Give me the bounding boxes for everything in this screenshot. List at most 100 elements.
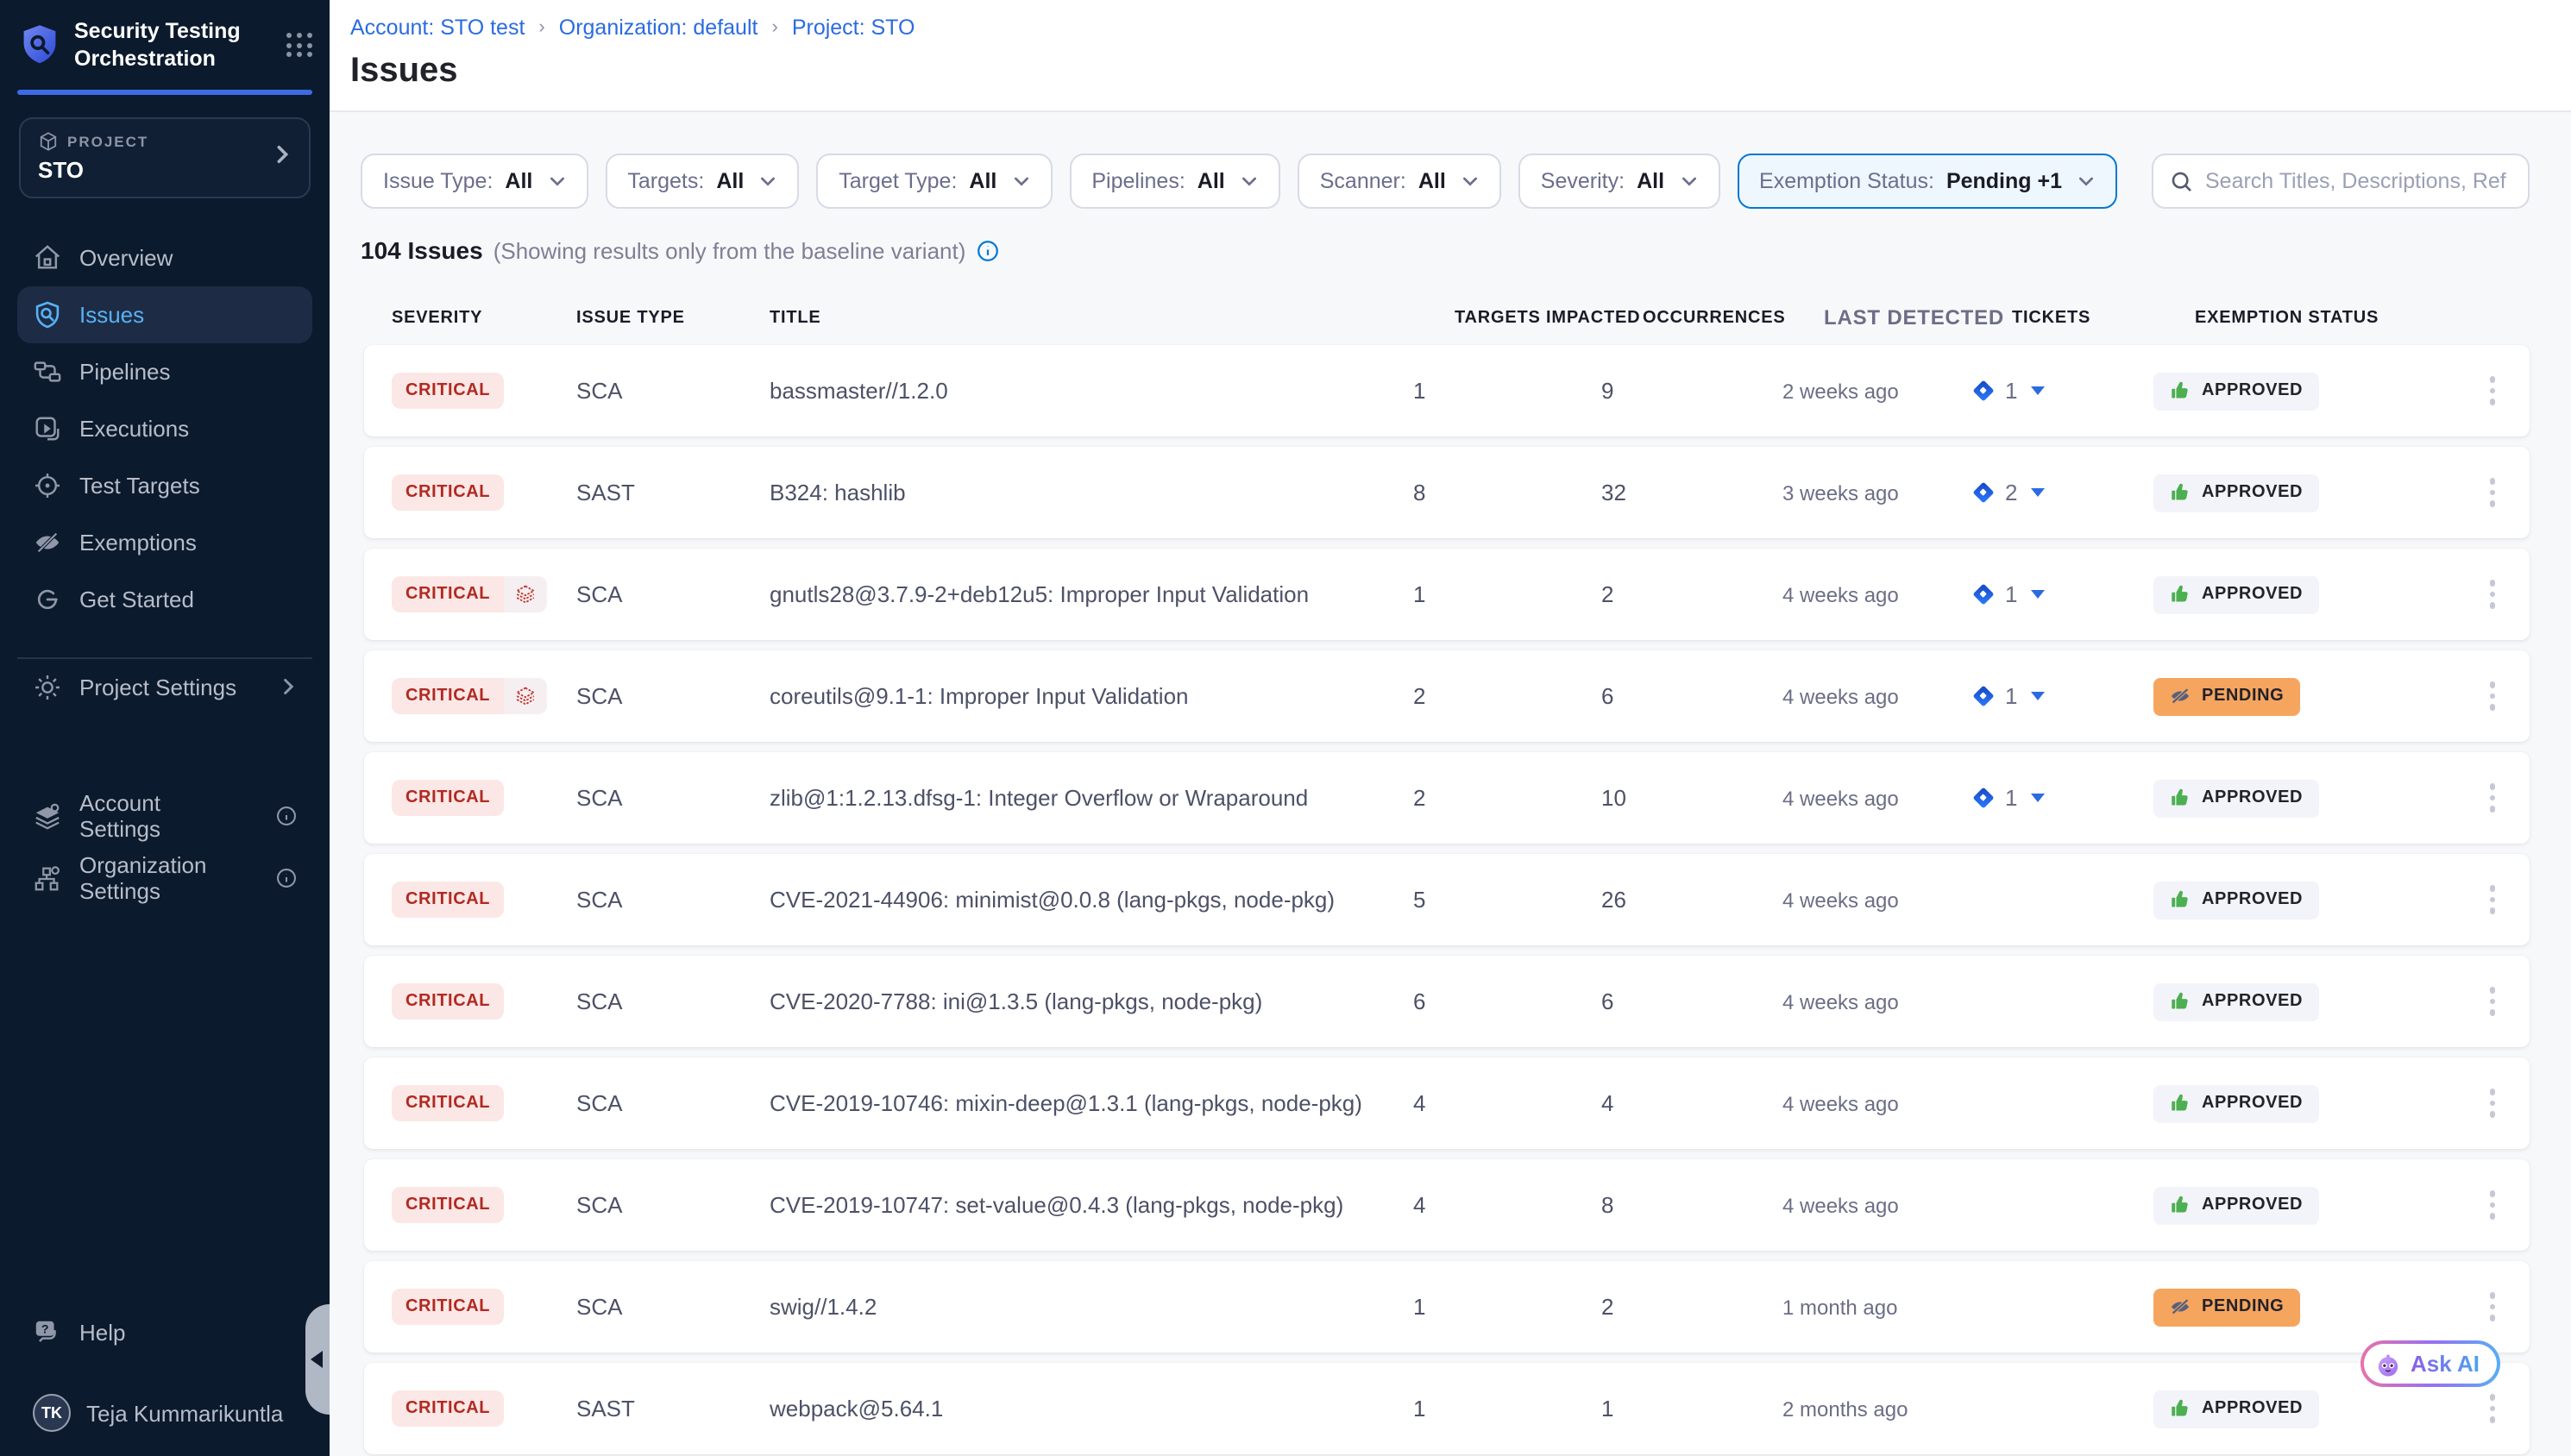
jira-ticket[interactable]: 1 bbox=[1971, 378, 2045, 404]
table-row[interactable]: CRITICAL SCA CVE-2021-44906: minimist@0.… bbox=[364, 854, 2530, 945]
kebab-menu-icon[interactable] bbox=[2482, 777, 2502, 819]
jira-ticket[interactable]: 1 bbox=[1971, 785, 2045, 811]
jira-ticket[interactable]: 2 bbox=[1971, 480, 2045, 505]
table-row[interactable]: CRITICAL SCA zlib@1:1.2.13.dfsg-1: Integ… bbox=[364, 752, 2530, 844]
table-row[interactable]: CRITICAL SCA CVE-2020-7788: ini@1.3.5 (l… bbox=[364, 956, 2530, 1047]
thumbs-up-icon bbox=[2169, 1092, 2191, 1114]
filter-pipelines[interactable]: Pipelines: All bbox=[1069, 154, 1279, 209]
issue-title[interactable]: CVE-2020-7788: ini@1.3.5 (lang-pkgs, nod… bbox=[770, 988, 1262, 1014]
help-label: Help bbox=[79, 1320, 126, 1346]
user-profile[interactable]: TK Teja Kummarikuntla bbox=[17, 1394, 312, 1432]
sidebar-item-executions[interactable]: Executions bbox=[17, 399, 312, 456]
info-icon[interactable] bbox=[276, 868, 297, 888]
sidebar-item-get-started[interactable]: Get Started bbox=[17, 570, 312, 627]
sidebar-item-overview[interactable]: Overview bbox=[17, 229, 312, 286]
table-row[interactable]: CRITICAL SCA bassmaster//1.2.0 1 9 2 wee… bbox=[364, 345, 2530, 436]
issue-type: SCA bbox=[576, 785, 622, 811]
severity-badge: CRITICAL bbox=[392, 1085, 504, 1121]
filter-issue-type[interactable]: Issue Type: All bbox=[361, 154, 588, 209]
chevron-right-icon bbox=[273, 141, 292, 173]
avatar: TK bbox=[33, 1394, 71, 1432]
kebab-menu-icon[interactable] bbox=[2482, 675, 2502, 718]
layers-icon bbox=[504, 576, 547, 612]
issue-title[interactable]: CVE-2021-44906: minimist@0.0.8 (lang-pkg… bbox=[770, 887, 1335, 913]
kebab-menu-icon[interactable] bbox=[2482, 1083, 2502, 1125]
sidebar-item-test-targets[interactable]: Test Targets bbox=[17, 456, 312, 513]
issue-title[interactable]: CVE-2019-10746: mixin-deep@1.3.1 (lang-p… bbox=[770, 1090, 1362, 1116]
filter-targets[interactable]: Targets: All bbox=[605, 154, 799, 209]
sidebar-item-issues[interactable]: Issues bbox=[17, 286, 312, 342]
severity-badge: CRITICAL bbox=[392, 1390, 504, 1427]
sidebar-item-account-settings[interactable]: Account Settings bbox=[17, 788, 312, 844]
targets-impacted: 8 bbox=[1413, 480, 1601, 505]
filter-toolbar: Issue Type: All Targets: All Target Type… bbox=[330, 112, 2571, 209]
sidebar-item-organization-settings[interactable]: Organization Settings bbox=[17, 850, 312, 907]
occurrences: 26 bbox=[1601, 887, 1782, 913]
sidebar-item-exemptions[interactable]: Exemptions bbox=[17, 513, 312, 570]
issue-title[interactable]: coreutils@9.1-1: Improper Input Validati… bbox=[770, 683, 1189, 709]
kebab-menu-icon[interactable] bbox=[2482, 879, 2502, 921]
last-detected: 1 month ago bbox=[1782, 1295, 1971, 1319]
table-row[interactable]: CRITICAL SCA CVE-2019-10746: mixin-deep@… bbox=[364, 1057, 2530, 1149]
kebab-menu-icon[interactable] bbox=[2482, 981, 2502, 1023]
kebab-menu-icon[interactable] bbox=[2482, 1184, 2502, 1227]
filter-scanner[interactable]: Scanner: All bbox=[1298, 154, 1501, 209]
issue-title[interactable]: webpack@5.64.1 bbox=[770, 1396, 943, 1421]
table-row[interactable]: CRITICAL SAST B324: hashlib 8 32 3 weeks… bbox=[364, 447, 2530, 538]
breadcrumb-project-link[interactable]: Project: STO bbox=[792, 16, 915, 40]
sidebar-collapse-handle[interactable] bbox=[305, 1304, 330, 1415]
info-icon[interactable] bbox=[276, 806, 297, 826]
project-name: STO bbox=[38, 156, 292, 182]
jira-ticket[interactable]: 1 bbox=[1971, 581, 2045, 607]
issue-title[interactable]: swig//1.4.2 bbox=[770, 1294, 877, 1320]
occurrences: 1 bbox=[1601, 1396, 1782, 1421]
exemption-status-badge: PENDING bbox=[2153, 1288, 2299, 1326]
table-row[interactable]: CRITICAL SAST webpack@5.64.1 1 1 2 month… bbox=[364, 1363, 2530, 1454]
project-selector[interactable]: PROJECT STO bbox=[19, 116, 311, 198]
sidebar-item-help[interactable]: ? Help bbox=[17, 1304, 312, 1361]
table-row[interactable]: CRITICAL SCA coreutils@9.1-1: Improper I… bbox=[364, 650, 2530, 742]
issue-count: 104 Issues bbox=[361, 236, 483, 264]
sidebar-item-pipelines[interactable]: Pipelines bbox=[17, 342, 312, 399]
search-box[interactable] bbox=[2152, 154, 2530, 209]
kebab-menu-icon[interactable] bbox=[2482, 574, 2502, 616]
breadcrumb-account-link[interactable]: Account: STO test bbox=[350, 16, 525, 40]
eye-off-icon bbox=[2169, 685, 2191, 707]
breadcrumb-organization-link[interactable]: Organization: default bbox=[559, 16, 758, 40]
sidebar-item-project-settings[interactable]: Project Settings bbox=[17, 658, 312, 715]
occurrences: 2 bbox=[1601, 581, 1782, 607]
module-grid-icon[interactable] bbox=[286, 33, 312, 59]
thumbs-up-icon bbox=[2169, 1194, 2191, 1216]
exemption-status-badge: APPROVED bbox=[2153, 982, 2318, 1020]
project-label: PROJECT bbox=[67, 132, 148, 149]
chevron-down-icon bbox=[1012, 173, 1029, 190]
severity-badge: CRITICAL bbox=[392, 474, 504, 511]
table-row[interactable]: CRITICAL SCA CVE-2019-10747: set-value@0… bbox=[364, 1159, 2530, 1251]
issue-title[interactable]: gnutls28@3.7.9-2+deb12u5: Improper Input… bbox=[770, 581, 1309, 607]
thumbs-up-icon bbox=[2169, 990, 2191, 1013]
filter-severity[interactable]: Severity: All bbox=[1518, 154, 1719, 209]
ticket-count: 1 bbox=[2005, 378, 2017, 404]
ask-ai-button[interactable]: Ask AI bbox=[2360, 1340, 2500, 1387]
filter-target-type[interactable]: Target Type: All bbox=[816, 154, 1052, 209]
kebab-menu-icon[interactable] bbox=[2482, 1388, 2502, 1430]
table-row[interactable]: CRITICAL SCA swig//1.4.2 1 2 1 month ago… bbox=[364, 1261, 2530, 1352]
ticket-count: 1 bbox=[2005, 785, 2017, 811]
kebab-menu-icon[interactable] bbox=[2482, 370, 2502, 412]
issue-type: SCA bbox=[576, 1090, 622, 1116]
kebab-menu-icon[interactable] bbox=[2482, 1286, 2502, 1328]
issue-title[interactable]: bassmaster//1.2.0 bbox=[770, 378, 948, 404]
filter-exemption-status[interactable]: Exemption Status: Pending +1 bbox=[1737, 154, 2117, 209]
issue-title[interactable]: zlib@1:1.2.13.dfsg-1: Integer Overflow o… bbox=[770, 785, 1308, 811]
issue-title[interactable]: B324: hashlib bbox=[770, 480, 906, 505]
info-icon[interactable] bbox=[976, 239, 998, 261]
chevron-down-icon bbox=[1241, 173, 1258, 190]
help-chat-icon: ? bbox=[33, 1318, 62, 1347]
table-row[interactable]: CRITICAL SCA gnutls28@3.7.9-2+deb12u5: I… bbox=[364, 549, 2530, 640]
thumbs-up-icon bbox=[2169, 481, 2191, 504]
issue-title[interactable]: CVE-2019-10747: set-value@0.4.3 (lang-pk… bbox=[770, 1192, 1343, 1218]
jira-ticket[interactable]: 1 bbox=[1971, 683, 2045, 709]
issue-type: SCA bbox=[576, 988, 622, 1014]
kebab-menu-icon[interactable] bbox=[2482, 472, 2502, 514]
search-input[interactable] bbox=[2205, 169, 2511, 193]
